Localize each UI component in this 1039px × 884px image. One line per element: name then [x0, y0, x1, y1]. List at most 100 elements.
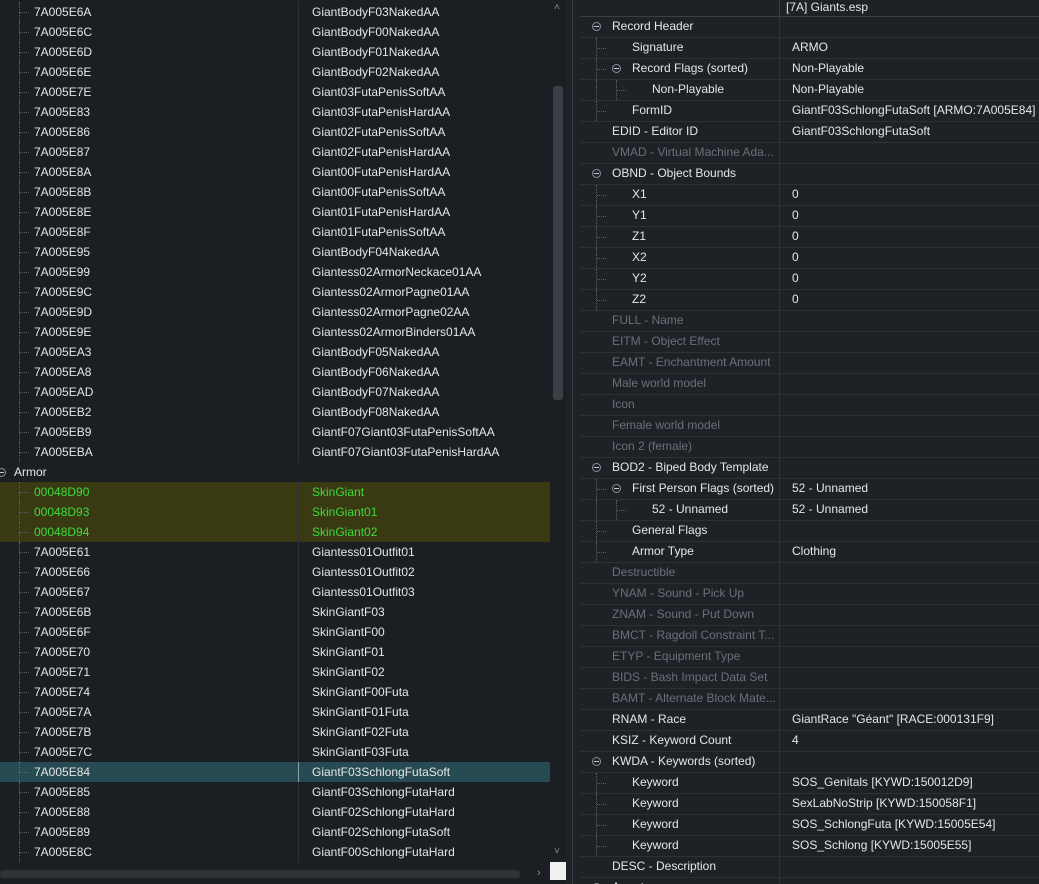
field-row[interactable]: Armor Type Clothing	[580, 542, 1039, 563]
record-row[interactable]: 7A005E9E Giantess02ArmorBinders01AA	[0, 322, 550, 342]
field-value[interactable]: ARMO	[792, 38, 828, 57]
field-row[interactable]: Icon 2 (female)	[580, 437, 1039, 458]
field-value[interactable]: Clothing	[792, 542, 836, 561]
record-row[interactable]: 7A005E8F Giant01FutaPenisSoftAA	[0, 222, 550, 242]
record-row[interactable]: 7A005EA8 GiantBodyF06NakedAA	[0, 362, 550, 382]
record-row[interactable]: 7A005E74 SkinGiantF00Futa	[0, 682, 550, 702]
field-row[interactable]: Non-Playable Non-Playable	[580, 80, 1039, 101]
group-node[interactable]: Armor	[0, 462, 550, 482]
record-row[interactable]: 7A005E66 Giantess01Outfit02	[0, 562, 550, 582]
record-row[interactable]: 7A005E8E Giant01FutaPenisHardAA	[0, 202, 550, 222]
record-row[interactable]: 7A005E87 Giant02FutaPenisHardAA	[0, 142, 550, 162]
record-row[interactable]: 00048D94 SkinGiant02	[0, 522, 550, 542]
field-row[interactable]: BOD2 - Biped Body Template	[580, 458, 1039, 479]
field-row[interactable]: Armature	[580, 878, 1039, 884]
field-row[interactable]: X2 0	[580, 248, 1039, 269]
field-value[interactable]: GiantF03SchlongFutaSoft	[792, 122, 930, 141]
field-value[interactable]: 0	[792, 248, 799, 267]
field-row[interactable]: Record Flags (sorted) Non-Playable	[580, 59, 1039, 80]
record-row[interactable]: 7A005E99 Giantess02ArmorNeckace01AA	[0, 262, 550, 282]
record-row[interactable]: 7A005EBA GiantF07Giant03FutaPenisHardAA	[0, 442, 550, 462]
record-row[interactable]: 7A005E6E GiantBodyF02NakedAA	[0, 62, 550, 82]
field-row[interactable]: Keyword SexLabNoStrip [KYWD:150058F1]	[580, 794, 1039, 815]
field-row[interactable]: DESC - Description	[580, 857, 1039, 878]
record-row[interactable]: 7A005E8B Giant00FutaPenisSoftAA	[0, 182, 550, 202]
field-row[interactable]: ETYP - Equipment Type	[580, 647, 1039, 668]
record-row[interactable]: 7A005E95 GiantBodyF04NakedAA	[0, 242, 550, 262]
field-value[interactable]: 52 - Unnamed	[792, 479, 868, 498]
record-row[interactable]: 7A005EAD GiantBodyF07NakedAA	[0, 382, 550, 402]
record-row[interactable]: 7A005E6C GiantBodyF00NakedAA	[0, 22, 550, 42]
record-row[interactable]: 7A005E6F SkinGiantF00	[0, 622, 550, 642]
horizontal-scrollbar[interactable]: ›	[0, 866, 550, 884]
field-value[interactable]: GiantRace "Géant" [RACE:000131F9]	[792, 710, 994, 729]
collapse-icon[interactable]	[592, 463, 601, 472]
field-row[interactable]: YNAM - Sound - Pick Up	[580, 584, 1039, 605]
field-row[interactable]: Z2 0	[580, 290, 1039, 311]
record-row[interactable]: 7A005E9C Giantess02ArmorPagne01AA	[0, 282, 550, 302]
record-row[interactable]: 7A005E85 GiantF03SchlongFutaHard	[0, 782, 550, 802]
record-row[interactable]: 00048D93 SkinGiant01	[0, 502, 550, 522]
record-row[interactable]: 7A005E7E Giant03FutaPenisSoftAA	[0, 82, 550, 102]
collapse-icon[interactable]	[592, 22, 601, 31]
record-row[interactable]: 7A005EB9 GiantF07Giant03FutaPenisSoftAA	[0, 422, 550, 442]
field-row[interactable]: BAMT - Alternate Block Mate...	[580, 689, 1039, 710]
field-value[interactable]: 0	[792, 206, 799, 225]
field-row[interactable]: Destructible	[580, 563, 1039, 584]
field-value[interactable]: 4	[792, 731, 799, 750]
record-row[interactable]: 7A005E89 GiantF02SchlongFutaSoft	[0, 822, 550, 842]
field-value[interactable]: Non-Playable	[792, 80, 864, 99]
field-row[interactable]: First Person Flags (sorted) 52 - Unnamed	[580, 479, 1039, 500]
field-row[interactable]: Y1 0	[580, 206, 1039, 227]
record-row[interactable]: 7A005E8C GiantF00SchlongFutaHard	[0, 842, 550, 862]
field-value[interactable]: Non-Playable	[792, 59, 864, 78]
record-row[interactable]: 7A005E7A SkinGiantF01Futa	[0, 702, 550, 722]
field-value[interactable]: SOS_Schlong [KYWD:15005E55]	[792, 836, 971, 855]
field-row[interactable]: Signature ARMO	[580, 38, 1039, 59]
chevron-right-icon[interactable]: ›	[537, 867, 541, 879]
record-row[interactable]: 7A005E61 Giantess01Outfit01	[0, 542, 550, 562]
record-row[interactable]: 7A005EA3 GiantBodyF05NakedAA	[0, 342, 550, 362]
record-row[interactable]: 7A005E6D GiantBodyF01NakedAA	[0, 42, 550, 62]
record-row[interactable]: 7A005E7C SkinGiantF03Futa	[0, 742, 550, 762]
record-row[interactable]: 7A005EB2 GiantBodyF08NakedAA	[0, 402, 550, 422]
record-row[interactable]: 7A005E6A GiantBodyF03NakedAA	[0, 2, 550, 22]
scrollbar-thumb[interactable]	[553, 86, 563, 400]
collapse-icon[interactable]	[0, 468, 6, 477]
field-value[interactable]: SexLabNoStrip [KYWD:150058F1]	[792, 794, 976, 813]
field-row[interactable]: BMCT - Ragdoll Constraint T...	[580, 626, 1039, 647]
pane-splitter[interactable]	[566, 0, 580, 884]
field-row[interactable]: EDID - Editor ID GiantF03SchlongFutaSoft	[580, 122, 1039, 143]
field-row[interactable]: FULL - Name	[580, 311, 1039, 332]
collapse-icon[interactable]	[592, 757, 601, 766]
field-value[interactable]: 0	[792, 185, 799, 204]
vertical-scrollbar[interactable]: ˄ ˅	[550, 0, 566, 866]
field-row[interactable]: Female world model	[580, 416, 1039, 437]
field-row[interactable]: OBND - Object Bounds	[580, 164, 1039, 185]
field-value[interactable]: 0	[792, 227, 799, 246]
field-value[interactable]: SOS_Genitals [KYWD:150012D9]	[792, 773, 973, 792]
field-row[interactable]: Keyword SOS_SchlongFuta [KYWD:15005E54]	[580, 815, 1039, 836]
record-row[interactable]: 7A005E67 Giantess01Outfit03	[0, 582, 550, 602]
field-row[interactable]: KSIZ - Keyword Count 4	[580, 731, 1039, 752]
field-row[interactable]: FormID GiantF03SchlongFutaSoft [ARMO:7A00…	[580, 101, 1039, 122]
chevron-down-icon[interactable]: ˅	[554, 846, 560, 857]
field-value[interactable]: 0	[792, 269, 799, 288]
field-row[interactable]: KWDA - Keywords (sorted)	[580, 752, 1039, 773]
record-row[interactable]: 7A005E84 GiantF03SchlongFutaSoft	[0, 762, 550, 782]
field-row[interactable]: EAMT - Enchantment Amount	[580, 353, 1039, 374]
field-row[interactable]: Male world model	[580, 374, 1039, 395]
collapse-icon[interactable]	[612, 484, 621, 493]
field-row[interactable]: Z1 0	[580, 227, 1039, 248]
field-row[interactable]: Record Header	[580, 17, 1039, 38]
field-row[interactable]: ZNAM - Sound - Put Down	[580, 605, 1039, 626]
field-row[interactable]: 52 - Unnamed 52 - Unnamed	[580, 500, 1039, 521]
record-row[interactable]: 7A005E88 GiantF02SchlongFutaHard	[0, 802, 550, 822]
field-row[interactable]: Icon	[580, 395, 1039, 416]
field-value[interactable]: 52 - Unnamed	[792, 500, 868, 519]
record-row[interactable]: 7A005E83 Giant03FutaPenisHardAA	[0, 102, 550, 122]
field-row[interactable]: Keyword SOS_Genitals [KYWD:150012D9]	[580, 773, 1039, 794]
chevron-up-icon[interactable]: ˄	[554, 2, 560, 13]
record-row[interactable]: 7A005E86 Giant02FutaPenisSoftAA	[0, 122, 550, 142]
field-row[interactable]: General Flags	[580, 521, 1039, 542]
